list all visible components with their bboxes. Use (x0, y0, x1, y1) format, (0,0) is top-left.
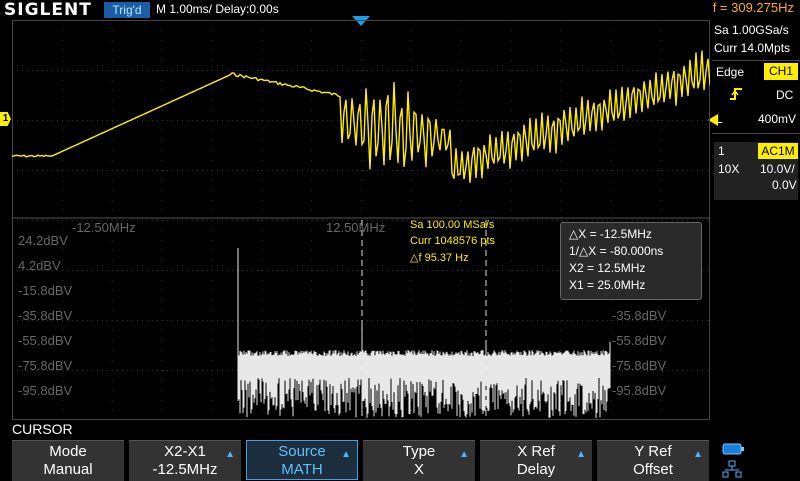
softkey-value: Delay (516, 461, 556, 478)
fft-y-label-right: -55.8dBV (612, 333, 667, 348)
fft-y-label: -55.8dBV (18, 333, 73, 348)
up-arrow-icon: ▲ (576, 449, 586, 460)
fft-sample-rate: Sa 100.00 MSa/s (410, 219, 495, 231)
fft-x-center-label: 12.50MHz (326, 220, 386, 235)
up-arrow-icon: ▲ (225, 449, 235, 460)
up-arrow-icon: ▲ (459, 449, 469, 460)
fft-y-label: -95.8dBV (18, 383, 73, 398)
up-arrow-icon: ▲ (341, 449, 351, 460)
trigger-type[interactable]: Edge (716, 65, 744, 79)
trigger-source-badge[interactable]: CH1 (764, 63, 798, 80)
trigger-status-badge: Trig'd (104, 2, 150, 18)
softkey-value: Offset (633, 461, 673, 478)
cursor-x2-value: X2 = 12.5MHz (569, 261, 646, 275)
probe-ratio: 10X (718, 162, 740, 176)
cursor-x1-value: X1 = 25.0MHz (569, 278, 646, 292)
fft-y-label-right: -95.8dBV (612, 383, 667, 398)
brand-logo: SIGLENT (4, 0, 92, 20)
softkey-value: MATH (281, 461, 323, 478)
divider (712, 60, 800, 61)
fft-y-label: 4.2dBV (18, 258, 61, 273)
type-button[interactable]: Type X ▲ (363, 440, 475, 481)
cursor-inverse-delta-x: 1/△X = -80.000ns (569, 244, 664, 258)
channel-coupling-badge: AC1M (758, 143, 798, 159)
network-icon (722, 460, 742, 478)
fft-y-label: -35.8dBV (18, 308, 73, 323)
x-ref-button[interactable]: X Ref Delay ▲ (480, 440, 592, 481)
channel-info-box[interactable]: 1 AC1M 10X 10.0V/ 0.0V (714, 142, 798, 200)
fft-y-label-right: -75.8dBV (612, 358, 667, 373)
fft-y-label: -75.8dBV (18, 358, 73, 373)
sample-rate: Sa 1.00GSa/s (714, 23, 789, 37)
frequency-readout: f = 309.275Hz (712, 0, 794, 15)
softkey-value: X (413, 461, 424, 478)
channel-scale: 10.0V/ (760, 162, 795, 176)
fft-y-label: 24.2dBV (18, 233, 68, 248)
trigger-coupling: DC (776, 88, 794, 102)
status-bar: SIGLENT Trig'd M 1.00ms/ Delay:0.00s f =… (0, 0, 800, 20)
mode-button[interactable]: Mode Manual (12, 440, 124, 481)
softkey-value: Manual (43, 461, 93, 478)
rising-edge-icon (730, 88, 742, 100)
right-info-panel: Sa 1.00GSa/s Curr 14.0Mpts Edge CH1 DC L… (712, 20, 800, 440)
fft-points: Curr 1048576 pts (410, 235, 495, 247)
cursor-readout-box: △X = -12.5MHz 1/△X = -80.000ns X2 = 12.5… (560, 222, 702, 300)
y-ref-button[interactable]: Y Ref Offset ▲ (597, 440, 709, 481)
channel1-marker-icon[interactable]: 1 (0, 112, 11, 126)
memory-depth: Curr 14.0Mpts (714, 41, 791, 55)
up-arrow-icon: ▲ (693, 449, 703, 460)
fft-x-left-label: -12.50MHz (72, 220, 136, 235)
menu-title: CURSOR (12, 421, 73, 437)
softkey-value: -12.5MHz (152, 461, 218, 478)
fft-y-label: -15.8dBV (18, 283, 73, 298)
cursor-delta-x: △X = -12.5MHz (569, 227, 652, 241)
usb-storage-icon (722, 443, 744, 455)
softkey-label: Mode (49, 443, 87, 460)
fft-y-label-right: -35.8dBV (612, 308, 667, 323)
source-button[interactable]: Source MATH ▲ (246, 440, 358, 480)
channel-number: 1 (718, 144, 725, 158)
fft-delta-f: △f 95.37 Hz (410, 252, 469, 264)
divider (712, 133, 800, 134)
trigger-level: 400mV (758, 112, 797, 126)
fft-spectrum (237, 248, 611, 418)
waveform-display[interactable]: -12.50MHz 12.50MHz Sa 100.00 MSa/s Curr … (12, 20, 710, 420)
timebase-readout: M 1.00ms/ Delay:0.00s (156, 2, 279, 16)
channel-offset: 0.0V (772, 178, 797, 192)
x2-x1-button[interactable]: X2-X1 -12.5MHz ▲ (129, 440, 241, 481)
